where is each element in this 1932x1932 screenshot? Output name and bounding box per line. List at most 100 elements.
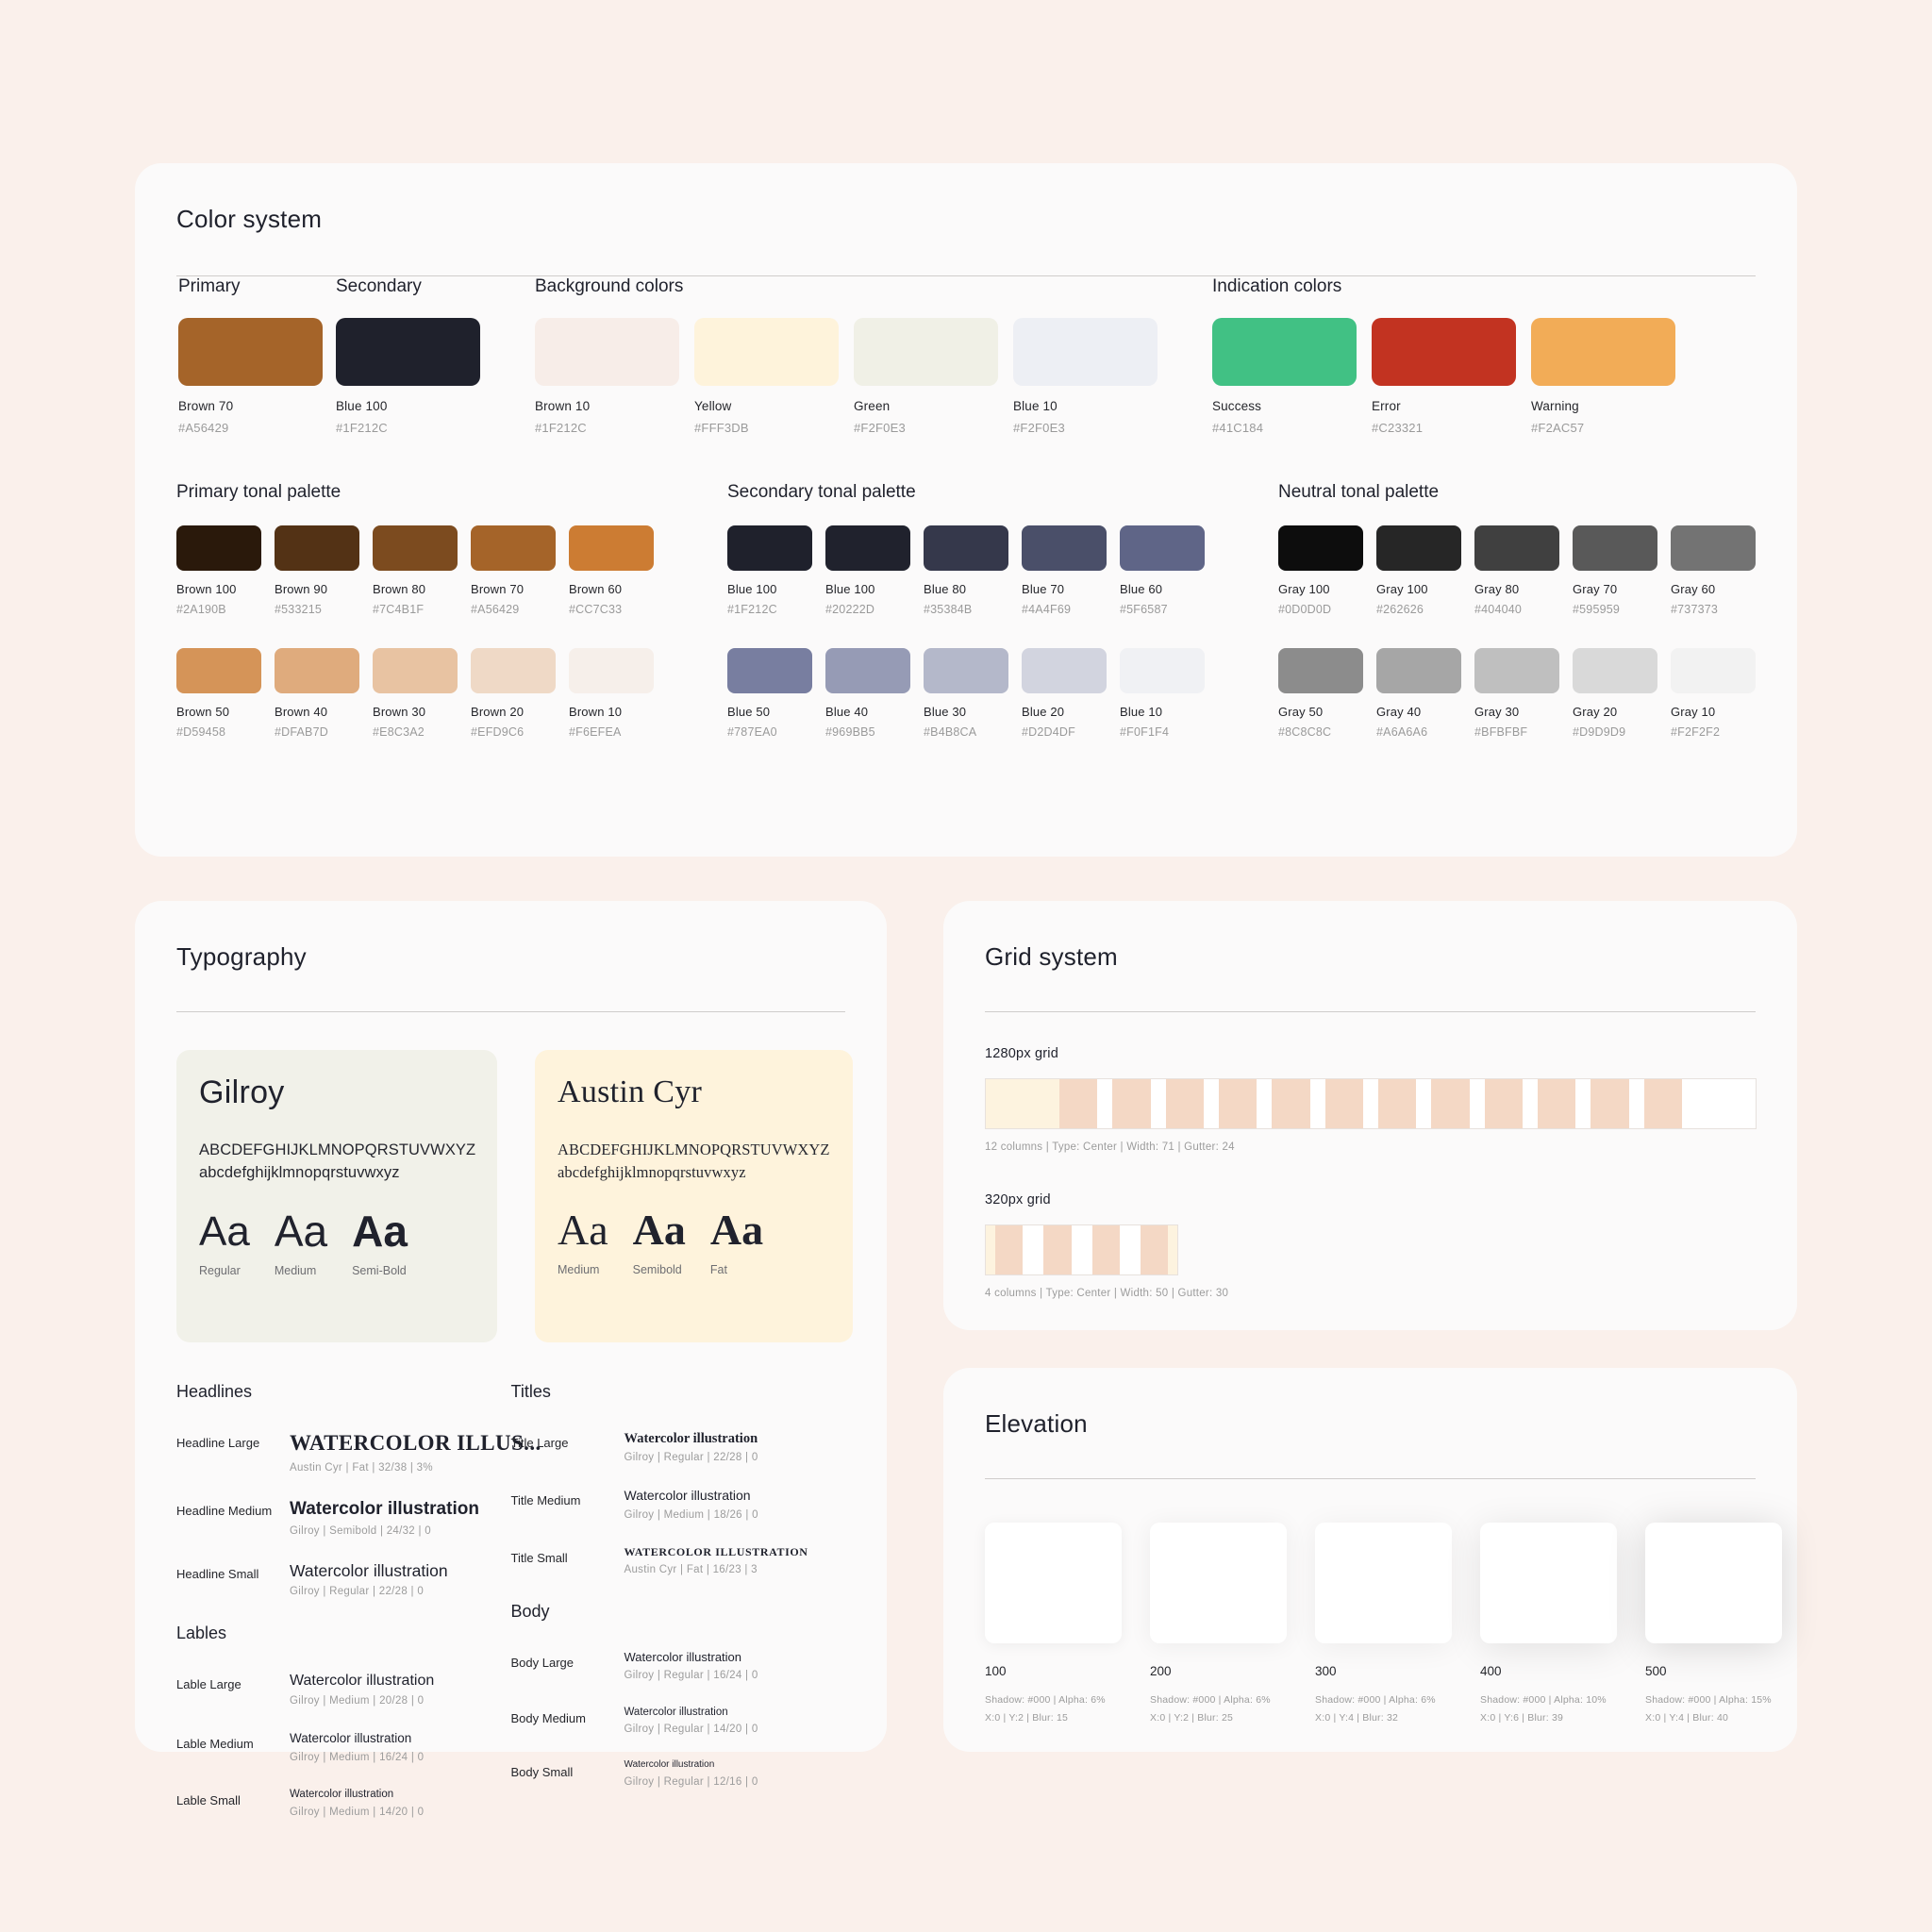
color-swatch[interactable]: [569, 525, 654, 571]
tonal-tile[interactable]: Blue 20 #D2D4DF: [1022, 648, 1107, 739]
tonal-tile[interactable]: Gray 40 #A6A6A6: [1376, 648, 1461, 739]
color-tile[interactable]: Success #41C184: [1212, 318, 1357, 435]
elevation-level: 300: [1315, 1664, 1337, 1678]
color-swatch[interactable]: [854, 318, 998, 386]
color-tile[interactable]: Yellow #FFF3DB: [694, 318, 839, 435]
color-swatch[interactable]: [176, 525, 261, 571]
color-swatch[interactable]: [1573, 648, 1657, 693]
font-specimen-gilroy: Gilroy ABCDEFGHIJKLMNOPQRSTUVWXYZ abcdef…: [176, 1050, 497, 1342]
color-swatch[interactable]: [1671, 648, 1756, 693]
color-swatch[interactable]: [373, 525, 458, 571]
color-swatch[interactable]: [1278, 648, 1363, 693]
color-tile[interactable]: Blue 100 #1F212C: [336, 318, 480, 435]
tonal-tile[interactable]: Blue 50 #787EA0: [727, 648, 812, 739]
color-swatch[interactable]: [1013, 318, 1158, 386]
color-swatch[interactable]: [373, 648, 458, 693]
color-tile[interactable]: Warning #F2AC57: [1531, 318, 1675, 435]
tonal-tile[interactable]: Brown 100 #2A190B: [176, 525, 261, 616]
color-swatch[interactable]: [1573, 525, 1657, 571]
tonal-tile[interactable]: Blue 10 #F0F1F4: [1120, 648, 1205, 739]
tonal-tile[interactable]: Gray 50 #8C8C8C: [1278, 648, 1363, 739]
color-swatch[interactable]: [176, 648, 261, 693]
swatch-hex: #41C184: [1212, 421, 1264, 435]
swatch-name: Blue 20: [1022, 705, 1065, 719]
color-tile[interactable]: Brown 70 #A56429: [178, 318, 323, 435]
color-swatch[interactable]: [1376, 525, 1461, 571]
color-swatch[interactable]: [471, 648, 556, 693]
swatch-hex: #E8C3A2: [373, 725, 425, 739]
tonal-tile[interactable]: Brown 70 #A56429: [471, 525, 556, 616]
swatch-hex: #BFBFBF: [1474, 725, 1528, 739]
color-swatch[interactable]: [924, 648, 1008, 693]
color-swatch[interactable]: [471, 525, 556, 571]
type-sample: Watercolor illustration: [290, 1560, 448, 1580]
color-swatch[interactable]: [1474, 525, 1559, 571]
tonal-tile[interactable]: Brown 50 #D59458: [176, 648, 261, 739]
tonal-tile[interactable]: Gray 100 #262626: [1376, 525, 1461, 616]
color-swatch[interactable]: [1278, 525, 1363, 571]
swatch-hex: #737373: [1671, 603, 1719, 616]
color-swatch[interactable]: [336, 318, 480, 386]
tonal-tile[interactable]: Gray 30 #BFBFBF: [1474, 648, 1559, 739]
color-swatch[interactable]: [1022, 525, 1107, 571]
swatch-hex: #DFAB7D: [275, 725, 328, 739]
color-swatch[interactable]: [1376, 648, 1461, 693]
color-swatch[interactable]: [694, 318, 839, 386]
tonal-tile[interactable]: Blue 70 #4A4F69: [1022, 525, 1107, 616]
tonal-tile[interactable]: Brown 90 #533215: [275, 525, 359, 616]
tonal-tile[interactable]: Blue 40 #969BB5: [825, 648, 910, 739]
tonal-tile[interactable]: Gray 100 #0D0D0D: [1278, 525, 1363, 616]
tonal-tile[interactable]: Brown 40 #DFAB7D: [275, 648, 359, 739]
tonal-tile[interactable]: Brown 60 #CC7C33: [569, 525, 654, 616]
swatch-name: Brown 50: [176, 705, 230, 719]
color-swatch[interactable]: [825, 525, 910, 571]
color-swatch[interactable]: [1120, 648, 1205, 693]
color-swatch[interactable]: [178, 318, 323, 386]
color-swatch[interactable]: [569, 648, 654, 693]
tonal-tile[interactable]: Blue 30 #B4B8CA: [924, 648, 1008, 739]
color-swatch[interactable]: [1671, 525, 1756, 571]
type-sample: Watercolor illustration: [290, 1673, 435, 1690]
tonal-tile[interactable]: Gray 10 #F2F2F2: [1671, 648, 1756, 739]
tonal-tile[interactable]: Gray 80 #404040: [1474, 525, 1559, 616]
color-swatch[interactable]: [535, 318, 679, 386]
color-swatch[interactable]: [1474, 648, 1559, 693]
color-swatch[interactable]: [924, 525, 1008, 571]
tonal-tile[interactable]: Brown 30 #E8C3A2: [373, 648, 458, 739]
swatch-name: Success: [1212, 399, 1262, 413]
grid-gutter: [1119, 1225, 1141, 1274]
type-row: Headline Large WATERCOLOR ILLUS... Austi…: [176, 1430, 541, 1474]
color-tile[interactable]: Green #F2F0E3: [854, 318, 998, 435]
type-meta: Austin Cyr | Fat | 32/38 | 3%: [290, 1461, 433, 1474]
elevation-shadow-spec: Shadow: #000 | Alpha: 10%: [1480, 1694, 1607, 1706]
tonal-tile[interactable]: Brown 10 #F6EFEA: [569, 648, 654, 739]
tonal-tile[interactable]: Brown 20 #EFD9C6: [471, 648, 556, 739]
color-swatch[interactable]: [275, 648, 359, 693]
tonal-tile[interactable]: Blue 60 #5F6587: [1120, 525, 1205, 616]
tonal-tile[interactable]: Gray 70 #595959: [1573, 525, 1657, 616]
color-swatch[interactable]: [727, 525, 812, 571]
color-tile[interactable]: Blue 10 #F2F0E3: [1013, 318, 1158, 435]
color-swatch[interactable]: [275, 525, 359, 571]
tonal-tile[interactable]: Blue 80 #35384B: [924, 525, 1008, 616]
color-swatch[interactable]: [1372, 318, 1516, 386]
color-swatch[interactable]: [727, 648, 812, 693]
tonal-tile[interactable]: Brown 80 #7C4B1F: [373, 525, 458, 616]
swatch-hex: #1F212C: [336, 421, 388, 435]
swatch-name: Brown 70: [178, 399, 234, 413]
tonal-palettes: Primary tonal palette Brown 100 #2A190B B…: [176, 482, 1756, 739]
color-swatch[interactable]: [1120, 525, 1205, 571]
color-swatch[interactable]: [1531, 318, 1675, 386]
tonal-tile[interactable]: Gray 20 #D9D9D9: [1573, 648, 1657, 739]
grid-column: [1537, 1079, 1576, 1128]
tonal-tile[interactable]: Blue 100 #20222D: [825, 525, 910, 616]
tonal-tile[interactable]: Blue 100 #1F212C: [727, 525, 812, 616]
color-tile[interactable]: Error #C23321: [1372, 318, 1516, 435]
color-swatch[interactable]: [825, 648, 910, 693]
elevation-shadow-spec: Shadow: #000 | Alpha: 6%: [985, 1694, 1106, 1706]
color-swatch[interactable]: [1212, 318, 1357, 386]
tonal-tile[interactable]: Gray 60 #737373: [1671, 525, 1756, 616]
color-swatch[interactable]: [1022, 648, 1107, 693]
type-role: Lable Medium: [176, 1737, 254, 1752]
color-tile[interactable]: Brown 10 #1F212C: [535, 318, 679, 435]
